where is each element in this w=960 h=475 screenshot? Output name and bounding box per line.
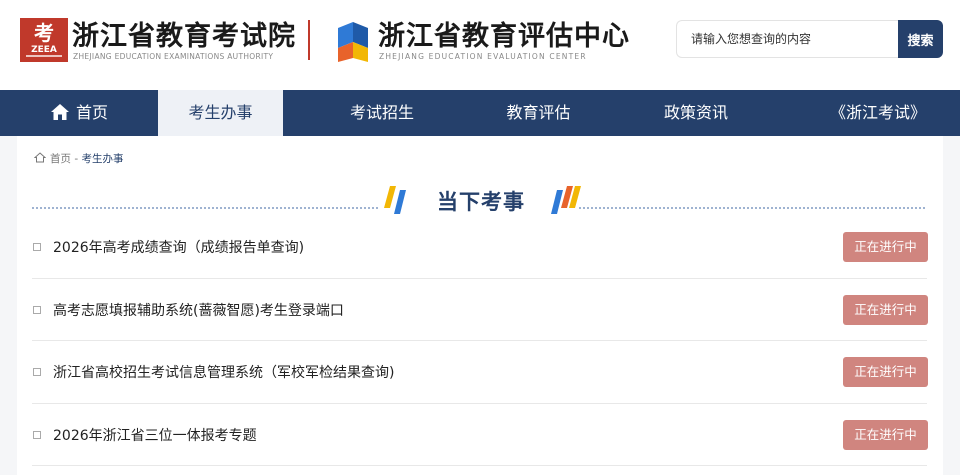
list-item[interactable]: 2026年浙江省三位一体报考专题 正在进行中 bbox=[32, 404, 928, 466]
breadcrumb: 首页 - 考生办事 bbox=[34, 151, 123, 166]
nav-item-zhejiang-exam-magazine[interactable]: 《浙江考试》 bbox=[796, 90, 960, 136]
bullet-icon bbox=[33, 430, 41, 439]
list-item-title[interactable]: 2026年高考成绩查询（成绩报告单查询) bbox=[53, 237, 304, 257]
main-panel: 首页 - 考生办事 当下考事 2026年高考成绩查询（成绩报告单查询) 正在进行… bbox=[17, 136, 943, 475]
section-title: 当下考事 bbox=[437, 189, 525, 214]
nav-item-label: 教育评估 bbox=[506, 103, 571, 122]
list-item-title[interactable]: 浙江省高校招生考试信息管理系统（军校军检结果查询) bbox=[53, 362, 394, 382]
slash-decoration-right bbox=[551, 186, 581, 214]
nav-item-label: 政策资讯 bbox=[663, 103, 728, 122]
nav-item-label: 首页 bbox=[75, 103, 108, 122]
breadcrumb-home-link[interactable]: 首页 bbox=[50, 153, 71, 165]
org2-english-name: ZHEJIANG EDUCATION EVALUATION CENTER bbox=[379, 52, 587, 61]
list-item[interactable]: 浙江省高校招生考试信息管理系统（军校军检结果查询) 正在进行中 bbox=[32, 341, 928, 404]
logo-divider bbox=[308, 20, 310, 60]
task-list: 2026年高考成绩查询（成绩报告单查询) 正在进行中 高考志愿填报辅助系统(蔷薇… bbox=[32, 216, 928, 466]
nav-item-policy-news[interactable]: 政策资讯 bbox=[596, 90, 796, 136]
list-item-title[interactable]: 2026年浙江省三位一体报考专题 bbox=[53, 425, 257, 445]
section-divider-right bbox=[579, 207, 927, 209]
slash-decoration-left bbox=[384, 186, 406, 214]
logo-text: ZEEA bbox=[31, 45, 57, 55]
list-item[interactable]: 2026年高考成绩查询（成绩报告单查询) 正在进行中 bbox=[32, 216, 928, 279]
org1-name: 浙江省教育考试院 bbox=[72, 21, 296, 52]
site-header: 考 ZEEA 浙江省教育考试院 ZHEJIANG EDUCATION EXAMI… bbox=[0, 0, 960, 90]
zeea-logo[interactable]: 考 ZEEA bbox=[20, 18, 68, 62]
nav-item-exams-admissions[interactable]: 考试招生 bbox=[283, 90, 481, 136]
nav-item-home[interactable]: 首页 bbox=[0, 90, 158, 136]
list-item[interactable]: 高考志愿填报辅助系统(蔷薇智愿)考生登录端口 正在进行中 bbox=[32, 279, 928, 341]
section-divider-left bbox=[32, 207, 380, 209]
main-nav: 首页 考生办事 考试招生 教育评估 政策资讯 《浙江考试》 bbox=[0, 90, 960, 136]
search-button[interactable]: 搜索 bbox=[898, 20, 943, 58]
bullet-icon bbox=[33, 368, 41, 376]
nav-item-label: 考生办事 bbox=[188, 103, 253, 122]
search-input[interactable] bbox=[676, 20, 898, 58]
nav-item-label: 《浙江考试》 bbox=[829, 103, 926, 122]
nav-item-candidate-services[interactable]: 考生办事 bbox=[158, 90, 283, 136]
status-badge[interactable]: 正在进行中 bbox=[843, 232, 928, 262]
status-badge[interactable]: 正在进行中 bbox=[843, 294, 928, 325]
svg-text:考: 考 bbox=[34, 21, 54, 45]
nav-item-education-evaluation[interactable]: 教育评估 bbox=[481, 90, 596, 136]
org1-english-name: ZHEJIANG EDUCATION EXAMINATIONS AUTHORIT… bbox=[73, 52, 274, 61]
breadcrumb-separator: - bbox=[71, 153, 82, 165]
home-icon bbox=[50, 103, 69, 120]
status-badge[interactable]: 正在进行中 bbox=[843, 357, 928, 387]
status-badge[interactable]: 正在进行中 bbox=[843, 419, 928, 450]
breadcrumb-current: 考生办事 bbox=[81, 153, 124, 165]
list-item-title[interactable]: 高考志愿填报辅助系统(蔷薇智愿)考生登录端口 bbox=[53, 300, 344, 320]
org2-name: 浙江省教育评估中心 bbox=[378, 21, 630, 52]
bullet-icon bbox=[33, 305, 41, 314]
evaluation-center-logo[interactable] bbox=[334, 18, 372, 62]
nav-item-label: 考试招生 bbox=[349, 103, 414, 122]
bullet-icon bbox=[33, 243, 41, 251]
home-outline-icon bbox=[34, 152, 46, 163]
